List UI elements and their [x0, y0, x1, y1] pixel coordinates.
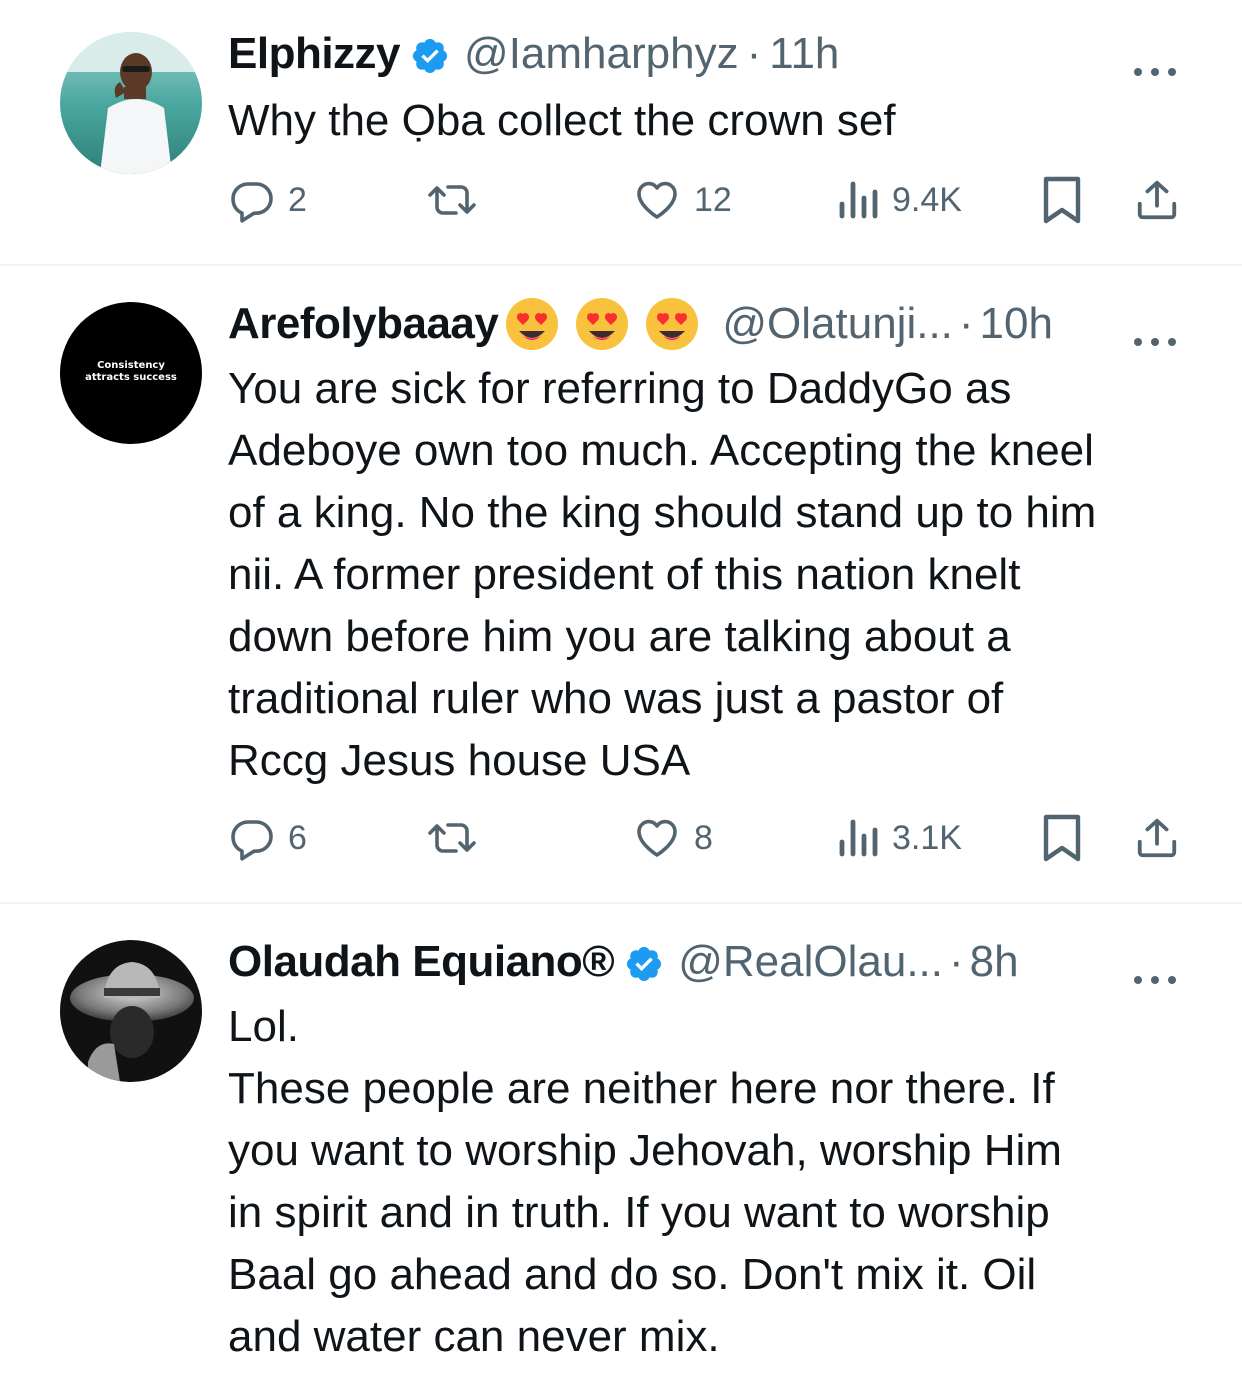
display-name[interactable]: Olaudah Equiano® — [228, 934, 615, 990]
views-button[interactable]: 9.4K — [836, 172, 962, 228]
avatar[interactable]: Consistency attracts success — [60, 302, 202, 444]
retweet-button[interactable] — [426, 172, 478, 228]
retweet-icon — [428, 823, 476, 853]
timestamp[interactable]: 11h — [769, 26, 839, 82]
bookmark-icon — [1043, 814, 1081, 862]
views-icon — [839, 819, 878, 857]
avatar[interactable] — [60, 32, 202, 174]
tweet-text: Why the Ọba collect the crown sef — [228, 96, 896, 145]
timestamp[interactable]: 10h — [980, 296, 1053, 352]
views-icon — [839, 181, 878, 219]
share-icon — [1137, 180, 1177, 220]
verified-badge-icon — [410, 34, 450, 74]
bookmark-button[interactable] — [1040, 172, 1084, 228]
share-button[interactable] — [1134, 172, 1180, 228]
view-count: 9.4K — [892, 180, 962, 219]
view-count: 3.1K — [892, 818, 962, 857]
separator-dot: · — [746, 29, 762, 78]
like-count: 8 — [694, 818, 713, 857]
more-options-icon[interactable] — [1132, 40, 1178, 76]
more-options-icon[interactable] — [1132, 948, 1178, 984]
heart-eyes-emoji — [574, 296, 630, 352]
tweet-header: Olaudah Equiano® @RealOlau... · 8h — [228, 934, 1182, 990]
bookmark-icon — [1043, 176, 1081, 224]
reply-icon — [231, 182, 273, 223]
views-button[interactable]: 3.1K — [836, 810, 962, 866]
tweet-actions: 6 8 3.1K — [228, 810, 1184, 866]
tweet[interactable]: Consistency attracts success Arefolybaaa… — [0, 266, 1242, 904]
like-count: 12 — [694, 180, 732, 219]
tweet-text: Lol. These people are neither here nor t… — [228, 1002, 1062, 1361]
heart-eyes-emoji — [644, 296, 700, 352]
heart-eyes-emoji — [504, 296, 560, 352]
tweet[interactable]: Olaudah Equiano® @RealOlau... · 8h Lol. … — [0, 904, 1242, 1382]
more-options-icon[interactable] — [1132, 310, 1178, 346]
avatar[interactable] — [60, 940, 202, 1082]
user-handle[interactable]: @Iamharphyz — [464, 26, 739, 82]
heart-icon — [637, 819, 677, 857]
reply-button[interactable]: 6 — [228, 810, 307, 866]
user-handle[interactable]: @RealOlau... — [678, 934, 943, 990]
display-name[interactable]: Elphizzy — [228, 26, 401, 82]
heart-icon — [637, 181, 677, 219]
like-button[interactable]: 8 — [632, 810, 713, 866]
avatar-text: Consistency attracts success — [85, 360, 177, 383]
display-name[interactable]: Arefolybaaay — [228, 296, 499, 352]
tweet-header: Arefolybaaay @Olatunji... · 10h — [228, 296, 1182, 352]
verified-badge-icon — [624, 942, 664, 982]
reply-count: 6 — [288, 818, 307, 857]
share-button[interactable] — [1134, 810, 1180, 866]
tweet-text: You are sick for referring to DaddyGo as… — [228, 364, 1097, 785]
reply-icon — [231, 820, 273, 861]
reply-count: 2 — [288, 180, 307, 219]
separator-dot: · — [958, 299, 974, 348]
retweet-icon — [428, 185, 476, 215]
reply-button[interactable]: 2 — [228, 172, 307, 228]
share-icon — [1137, 818, 1177, 858]
tweet-header: Elphizzy @Iamharphyz · 11h — [228, 26, 1182, 82]
timestamp[interactable]: 8h — [970, 934, 1019, 990]
bookmark-button[interactable] — [1040, 810, 1084, 866]
user-handle[interactable]: @Olatunji... — [722, 296, 953, 352]
tweet[interactable]: Elphizzy @Iamharphyz · 11h Why the Ọba c… — [0, 0, 1242, 266]
tweet-actions: 2 12 9.4K — [228, 172, 1184, 228]
like-button[interactable]: 12 — [632, 172, 732, 228]
separator-dot: · — [949, 937, 964, 986]
retweet-button[interactable] — [426, 810, 478, 866]
